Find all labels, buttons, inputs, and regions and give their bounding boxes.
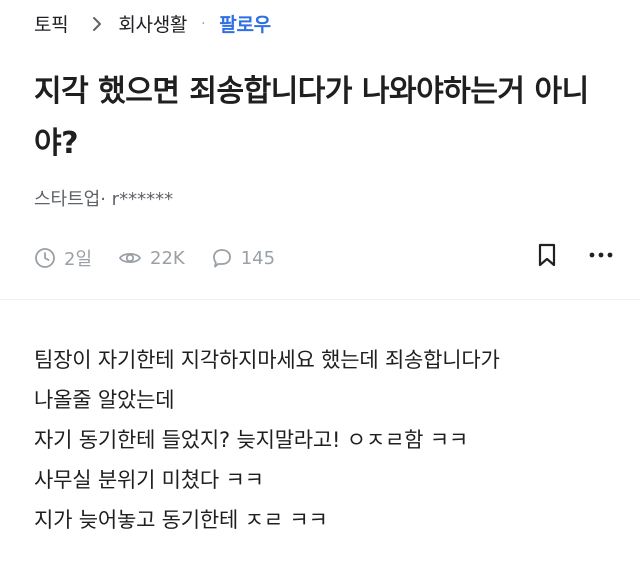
post-actions (510, 238, 618, 272)
stat-views-value: 22K (150, 247, 185, 269)
eye-icon (118, 252, 142, 264)
chevron-right-icon (93, 16, 102, 31)
post-header: 토픽 회사생활 · 팔로우 지각 했으면 죄송합니다가 나와야하는거 아니야? … (0, 0, 640, 300)
stat-views: 22K (118, 247, 185, 269)
breadcrumb-topic-link[interactable]: 토픽 (34, 10, 69, 37)
more-vertical-icon (589, 252, 613, 258)
follow-button[interactable]: 팔로우 (219, 10, 271, 37)
stat-comments-value: 145 (240, 247, 276, 269)
post-page: 토픽 회사생활 · 팔로우 지각 했으면 죄송합니다가 나와야하는거 아니야? … (0, 0, 640, 586)
post-title: 지각 했으면 죄송합니다가 나와야하는거 아니야? (34, 74, 589, 161)
post-body-line: 자기 동기한테 들었지? 늦지말라고! ㅇㅈㄹ함 ㅋㅋ (34, 428, 468, 452)
breadcrumb-board-link[interactable]: 회사생활 (118, 10, 187, 37)
breadcrumb: 토픽 회사생활 · 팔로우 (34, 10, 271, 37)
post-body-line: 팀장이 자기한테 지각하지마세요 했는데 죄송합니다가 (34, 348, 500, 372)
post-body: 팀장이 자기한테 지각하지마세요 했는데 죄송합니다가 나올줄 알았는데 자기 … (34, 340, 624, 540)
comment-icon (212, 249, 231, 268)
stat-comments[interactable]: 145 (211, 247, 275, 269)
stat-time: 2일 (34, 245, 92, 271)
post-author[interactable]: 스타트업· r****** (34, 185, 173, 211)
post-body-line: 나올줄 알았는데 (34, 388, 175, 412)
stat-time-value: 2일 (64, 249, 93, 270)
bookmark-button[interactable] (530, 238, 564, 272)
breadcrumb-separator: · (201, 15, 206, 32)
clock-icon (35, 248, 55, 268)
post-body-line: 지가 늦어놓고 동기한테 ㅈㄹ ㅋㅋ (34, 508, 328, 532)
post-body-line: 사무실 분위기 미쳤다 ㅋㅋ (34, 468, 264, 492)
more-options-button[interactable] (584, 238, 618, 272)
post-stats: 2일 22K 145 (34, 245, 301, 271)
bookmark-icon (538, 243, 556, 267)
